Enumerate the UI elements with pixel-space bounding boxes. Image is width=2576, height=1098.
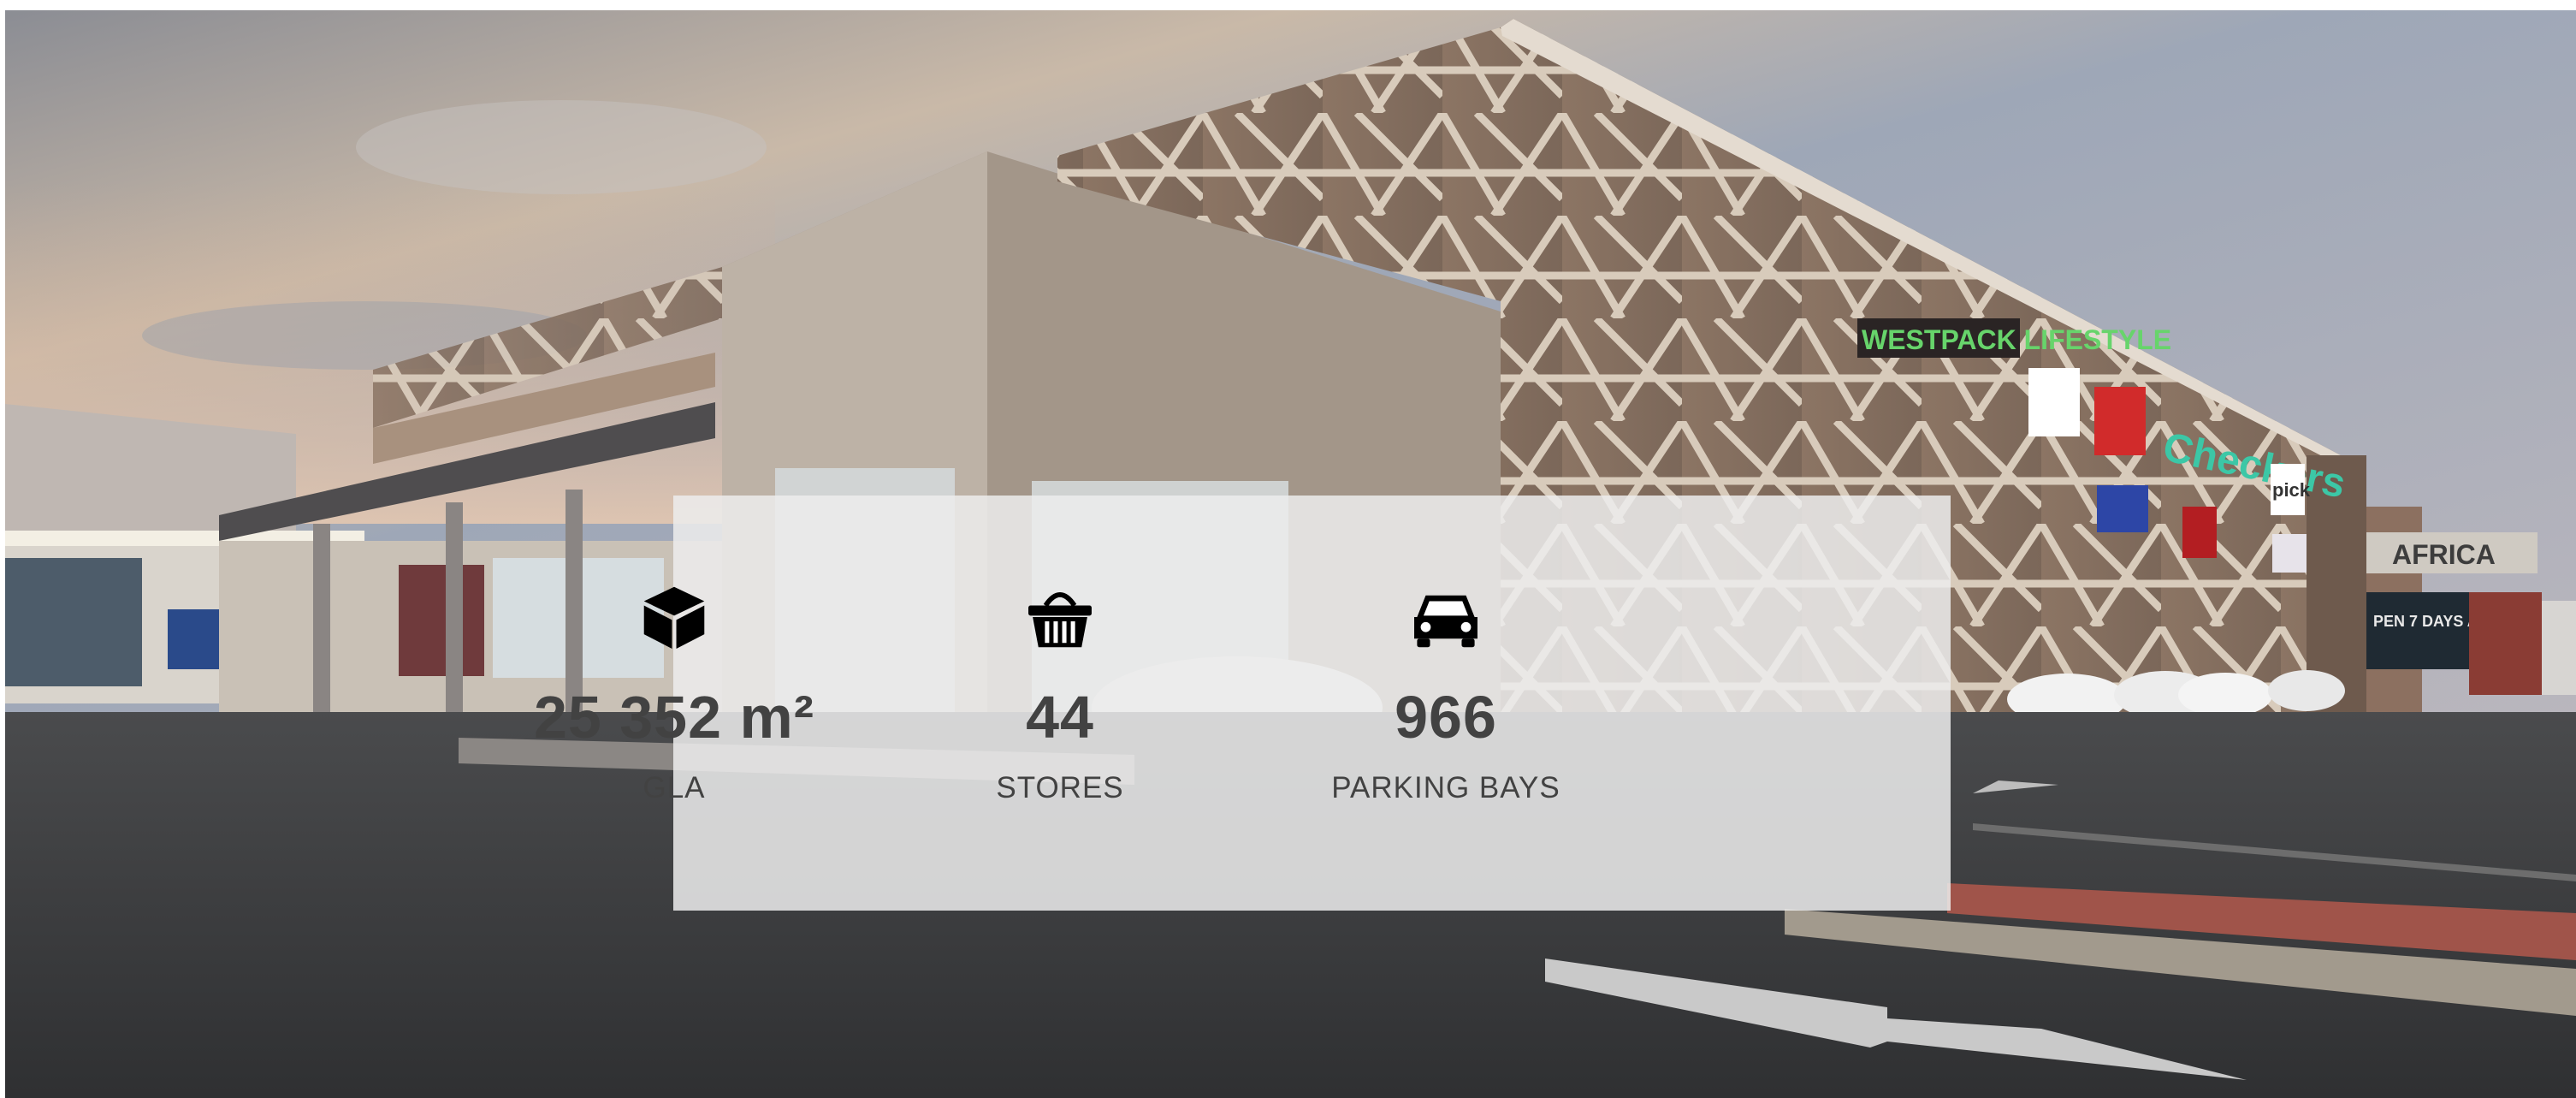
stat-stores: 44 STORES [880, 581, 1240, 803]
pick-sign: pick [2272, 479, 2311, 501]
stat-parking-label: PARKING BAYS [1331, 771, 1560, 804]
basket-icon [1028, 592, 1092, 648]
cube-icon [643, 586, 705, 649]
stats-card: 25 352 m² GLA 44 STORES 966 PARKING BAYS [534, 496, 1951, 911]
stat-parking-value: 966 [1395, 684, 1497, 751]
car-icon [1414, 595, 1477, 648]
hero-image: WESTPACK LIFESTYLE Checkers pick AFRICA … [5, 10, 2576, 1098]
stat-gla: 25 352 m² GLA [494, 581, 854, 803]
stat-stores-value: 44 [1026, 684, 1094, 751]
stat-gla-value: 25 352 m² [533, 684, 815, 751]
africa-sign: AFRICA [2392, 539, 2496, 570]
stat-stores-label: STORES [996, 771, 1124, 804]
stat-parking: 966 PARKING BAYS [1266, 581, 1626, 803]
stat-gla-label: GLA [643, 771, 706, 804]
westpack-sign: WESTPACK LIFESTYLE [1862, 324, 2171, 355]
